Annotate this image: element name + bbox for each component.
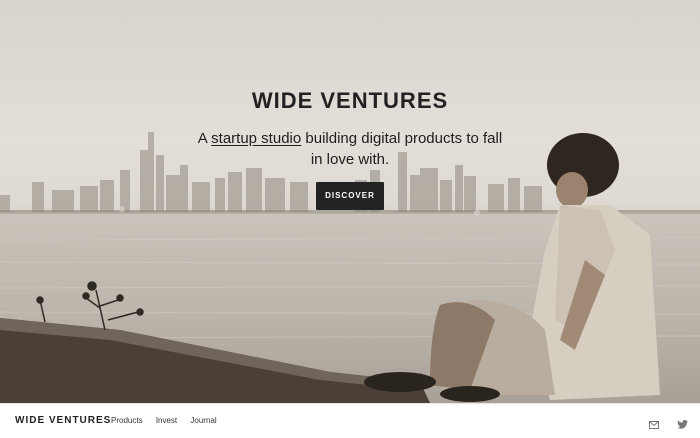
brand-logo[interactable]: WIDE VENTURES — [15, 415, 111, 426]
social-icons — [635, 416, 688, 434]
nav-link-products[interactable]: Products — [111, 416, 143, 425]
nav-links: Products Invest Journal — [111, 416, 228, 425]
hero-title: WIDE VENTURES — [251, 88, 449, 113]
startup-studio-link[interactable]: startup studio — [211, 130, 301, 147]
nav-link-invest[interactable]: Invest — [156, 416, 177, 425]
hero-section: WIDE VENTURES A startup studio building … — [0, 0, 700, 403]
tagline-prefix: A — [197, 130, 212, 147]
hero-content: WIDE VENTURES A startup studio building … — [0, 88, 700, 210]
tagline-suffix: building digital products to fall in lov… — [301, 130, 503, 168]
hero-tagline: A startup studio building digital produc… — [190, 128, 510, 170]
mail-icon[interactable] — [648, 416, 659, 434]
twitter-icon[interactable] — [677, 416, 688, 434]
discover-button[interactable]: DISCOVER — [316, 182, 384, 210]
bottom-navbar: WIDE VENTURES Products Invest Journal — [0, 403, 700, 438]
nav-link-journal[interactable]: Journal — [190, 416, 216, 425]
